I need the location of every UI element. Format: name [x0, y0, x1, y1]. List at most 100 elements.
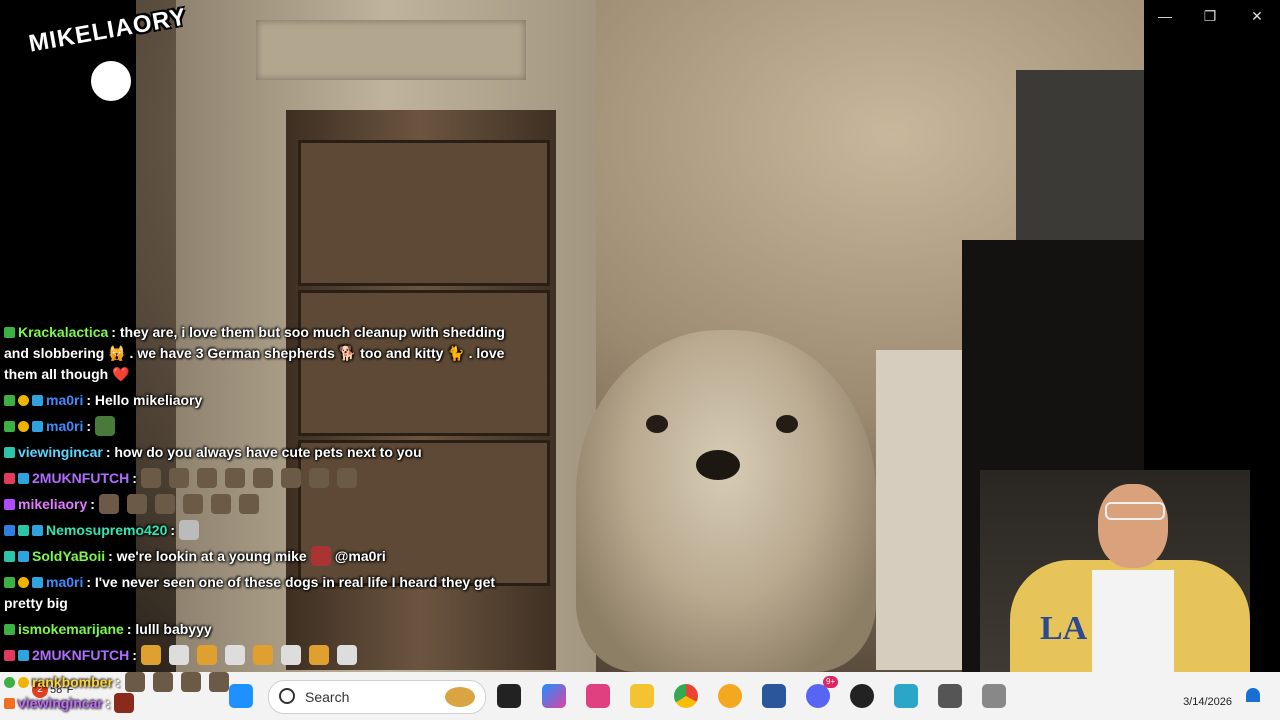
pepe-emote-icon — [95, 416, 116, 436]
chat-message: 2MUKNFUTCH: — [4, 645, 524, 666]
drawer — [298, 140, 550, 286]
word-icon[interactable] — [762, 684, 786, 708]
dog-emote-icon — [210, 494, 231, 514]
rainbow-emote-icon — [140, 645, 161, 665]
chat-username: SoldYaBoii — [32, 548, 106, 564]
chat-username: Krackalactica — [18, 324, 109, 340]
shelf — [1016, 70, 1144, 240]
dancing-emote-icon — [168, 468, 189, 488]
bunny-emote-icon — [280, 645, 301, 665]
files-icon[interactable] — [630, 684, 654, 708]
face-emote-icon — [114, 693, 135, 713]
weed-badge-icon — [4, 395, 15, 406]
chat-message: rankbomber: — [4, 672, 304, 692]
clock-date[interactable]: 3/14/2026 — [1183, 696, 1232, 708]
chat-username: Nemosupremo420 — [46, 522, 168, 538]
chat-username: viewingincar — [18, 695, 103, 711]
chat-username: ma0ri — [46, 418, 84, 434]
chat-username: viewingincar — [18, 444, 103, 460]
chat-message: ismokemarijane: lulll babyyy — [4, 619, 524, 640]
dancing-emote-icon — [140, 468, 161, 488]
dog-emote-icon — [98, 494, 119, 514]
dog-emote-icon — [124, 672, 145, 692]
chat-text: : — [115, 674, 121, 690]
rainbow-emote-icon — [308, 645, 329, 665]
chat-message: ma0ri: Hello mikeliaory — [4, 390, 524, 411]
dog-eye — [776, 415, 798, 433]
chat-text: : lulll babyyy — [126, 621, 212, 637]
discord-badge: 9+ — [823, 676, 839, 688]
chat-overlay: Krackalactica: they are, i love them but… — [4, 322, 524, 671]
chat-message: viewingincar: — [4, 692, 304, 714]
chat-message: Krackalactica: they are, i love them but… — [4, 322, 524, 385]
chat-overlay-low: rankbomber: viewingincar: — [4, 672, 304, 714]
streamer-head — [1098, 484, 1168, 568]
chat-username: 2MUKNFUTCH — [32, 470, 130, 486]
chat-badge-icon — [18, 650, 29, 661]
rainbow-emote-icon — [196, 645, 217, 665]
jacket-logo: LA — [1040, 610, 1088, 647]
obs-icon[interactable] — [850, 684, 874, 708]
mic-badge-icon — [4, 499, 15, 510]
chat-username: rankbomber — [32, 674, 113, 690]
chat-text: : Hello mikeliaory — [86, 392, 203, 408]
gift-badge-icon — [4, 473, 15, 484]
bunny-emote-icon — [336, 645, 357, 665]
dog-emote-icon — [154, 494, 175, 514]
face-emote-icon — [179, 520, 200, 540]
dog-nose — [696, 450, 740, 480]
dog-emote-icon — [182, 494, 203, 514]
chat-badge-icon — [32, 577, 43, 588]
close-button[interactable]: ✕ — [1245, 6, 1269, 26]
chat-username: ma0ri — [46, 392, 84, 408]
check-badge-icon — [4, 677, 15, 688]
chrome-icon[interactable] — [674, 684, 698, 708]
sub-badge-icon — [18, 677, 29, 688]
sub-badge-icon — [18, 421, 29, 432]
pixiv-icon[interactable] — [586, 684, 610, 708]
dancing-emote-icon — [336, 468, 357, 488]
chat-badge-icon — [32, 421, 43, 432]
tray-icon[interactable] — [982, 684, 1006, 708]
restore-button[interactable]: ❐ — [1198, 6, 1222, 26]
copilot-icon[interactable] — [542, 684, 566, 708]
chat-username: ma0ri — [46, 574, 84, 590]
bunny-emote-icon — [168, 645, 189, 665]
sub-badge-icon — [18, 395, 29, 406]
sub-badge-icon — [18, 577, 29, 588]
chat-text: : how do you always have cute pets next … — [105, 444, 422, 460]
task-view-icon[interactable] — [497, 684, 521, 708]
fire-badge-icon — [4, 698, 15, 709]
floral-box — [876, 350, 966, 670]
chat-message: SoldYaBoii: we're lookin at a young mike… — [4, 546, 524, 567]
gem-badge-icon — [4, 525, 15, 536]
pencil-badge-icon — [4, 551, 15, 562]
chat-badge-icon — [32, 395, 43, 406]
dog-emote-icon — [152, 672, 173, 692]
chat-text: : — [90, 496, 95, 512]
glasses — [1105, 502, 1165, 520]
pie-icon — [445, 687, 475, 707]
gift-badge-icon — [4, 650, 15, 661]
logo-text: MIKELIAORY — [26, 3, 189, 58]
chat-mention: @ma0ri — [334, 548, 386, 564]
minimize-button[interactable]: — — [1153, 6, 1177, 26]
channel-logo: MIKELIAORY — [27, 3, 189, 108]
rainbow-emote-icon — [252, 645, 273, 665]
srt-icon[interactable] — [938, 684, 962, 708]
notification-icon[interactable] — [1246, 688, 1260, 702]
pencil-badge-icon — [18, 525, 29, 536]
chat-text: : we're lookin at a young mike — [108, 548, 307, 564]
chat-text: : — [132, 647, 137, 663]
mascot-icon — [88, 58, 134, 104]
chat-username: ismokemarijane — [18, 621, 124, 637]
widgets-icon[interactable] — [718, 684, 742, 708]
sheets-icon[interactable] — [894, 684, 918, 708]
dancing-emote-icon — [308, 468, 329, 488]
chat-message: ma0ri: I've never seen one of these dogs… — [4, 572, 524, 614]
dog-emote-icon — [180, 672, 201, 692]
dog-emote-icon — [126, 494, 147, 514]
dog — [576, 330, 876, 672]
dancing-emote-icon — [196, 468, 217, 488]
chat-message: mikeliaory: — [4, 494, 524, 515]
